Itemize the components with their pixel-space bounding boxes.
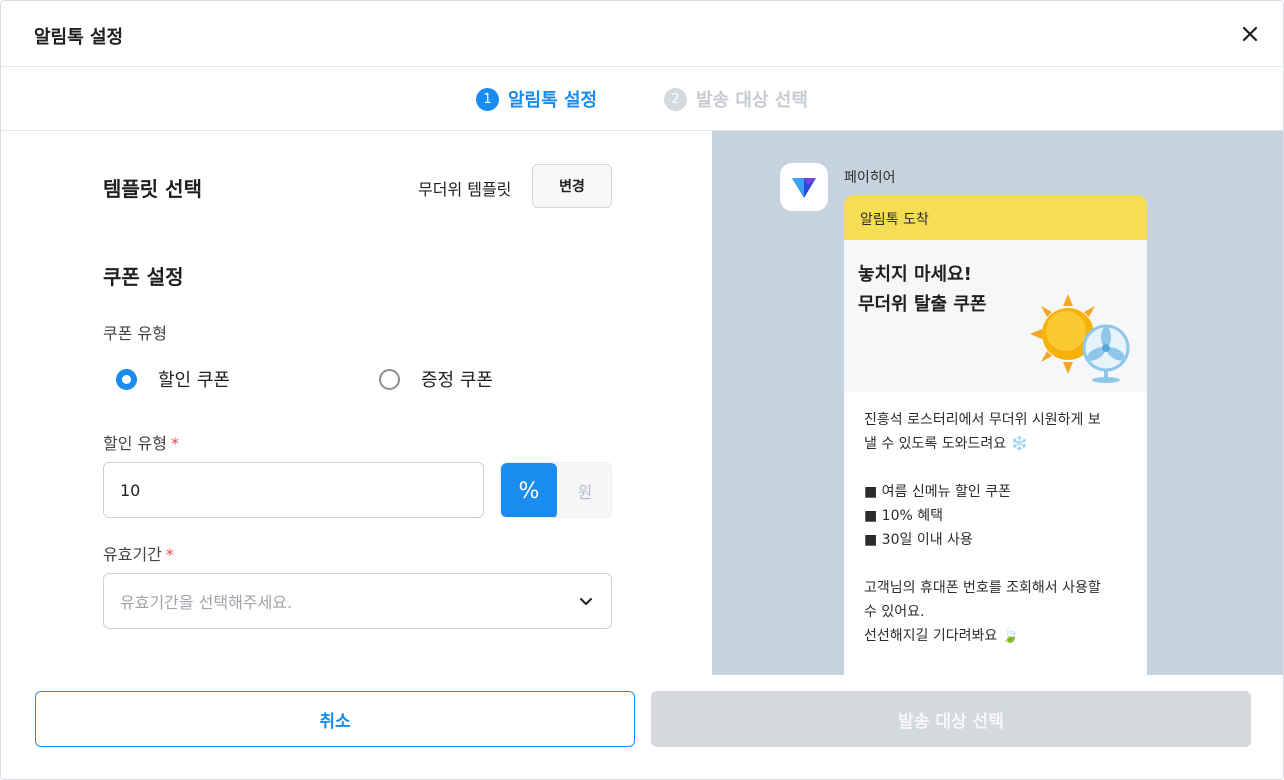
step-1-number: 1 (476, 87, 499, 111)
radio-checked-indicator (116, 368, 137, 390)
validity-label: 유효기간 * (103, 541, 174, 565)
template-section-title: 템플릿 선택 (103, 177, 202, 201)
close-icon (1242, 26, 1258, 42)
settings-form: 템플릿 선택 무더위 템플릿 변경 쿠폰 설정 쿠폰 유형 할인 쿠폰 증정 쿠… (1, 131, 712, 675)
fan-icon (1082, 324, 1130, 383)
discount-unit-toggle: % 원 (500, 462, 612, 518)
discount-type-label-text: 할인 유형 (103, 434, 167, 453)
cancel-button[interactable]: 취소 (35, 691, 635, 747)
select-recipients-button[interactable]: 발송 대상 선택 (651, 691, 1251, 747)
coupon-type-label: 쿠폰 유형 (103, 324, 167, 343)
bubble-hero: 놓치지 마세요! 무더위 탈출 쿠폰 (844, 240, 1147, 392)
radio-discount-coupon-label: 할인 쿠폰 (158, 370, 230, 391)
step-2-label: 발송 대상 선택 (696, 90, 808, 111)
sun-fan-illustration-icon (1030, 294, 1130, 383)
message-preview: 페이히어 알림톡 도착 놓치지 마세요! 무더위 탈출 쿠폰 진흥석 로스터리에… (712, 131, 1283, 675)
unit-won-button[interactable]: 원 (557, 463, 611, 517)
bubble-body-text: 진흥석 로스터리에서 무더위 시원하게 보 낼 수 있도록 도와드려요 ❄️ ■… (864, 412, 1101, 644)
chevron-down-icon (580, 598, 592, 605)
required-mark: * (170, 434, 179, 453)
modal-header: 알림톡 설정 (1, 1, 1283, 67)
discount-type-label: 할인 유형 * (103, 430, 179, 454)
alimtalk-settings-modal: 알림톡 설정 1 알림톡 설정 2 발송 대상 선택 템플릿 선택 무더위 템플… (0, 0, 1284, 780)
coupon-section-title: 쿠폰 설정 (103, 265, 184, 289)
stepper: 1 알림톡 설정 2 발송 대상 선택 (1, 67, 1283, 131)
message-bubble: 알림톡 도착 놓치지 마세요! 무더위 탈출 쿠폰 진흥석 로스터리에서 무더위… (844, 195, 1147, 675)
validity-label-text: 유효기간 (103, 545, 162, 564)
modal-footer: 취소 발송 대상 선택 (1, 675, 1283, 779)
hero-title: 놓치지 마세요! 무더위 탈출 쿠폰 (858, 264, 987, 315)
required-mark: * (165, 545, 174, 564)
payhere-logo-icon (792, 178, 816, 198)
app-logo (780, 163, 828, 211)
step-1: 1 알림톡 설정 (476, 87, 597, 111)
radio-gift-coupon-label: 증정 쿠폰 (421, 370, 493, 391)
modal-title: 알림톡 설정 (34, 27, 124, 48)
close-button[interactable] (1238, 22, 1262, 46)
step-1-label: 알림톡 설정 (508, 90, 598, 111)
radio-gift-coupon[interactable]: 증정 쿠폰 (379, 367, 493, 391)
validity-select[interactable]: 유효기간을 선택해주세요. (103, 573, 612, 629)
step-2: 2 발송 대상 선택 (664, 87, 808, 111)
change-template-button[interactable]: 변경 (532, 164, 612, 208)
bubble-header: 알림톡 도착 (844, 195, 1147, 240)
discount-value-input[interactable]: 10 (103, 462, 484, 518)
step-2-number: 2 (664, 87, 687, 111)
validity-placeholder: 유효기간을 선택해주세요. (120, 593, 293, 612)
sender-name: 페이히어 (844, 170, 896, 186)
selected-template-name: 무더위 템플릿 (418, 180, 512, 199)
unit-percent-button[interactable]: % (501, 463, 557, 517)
radio-unchecked-indicator (379, 368, 400, 390)
radio-discount-coupon[interactable]: 할인 쿠폰 (116, 367, 230, 391)
